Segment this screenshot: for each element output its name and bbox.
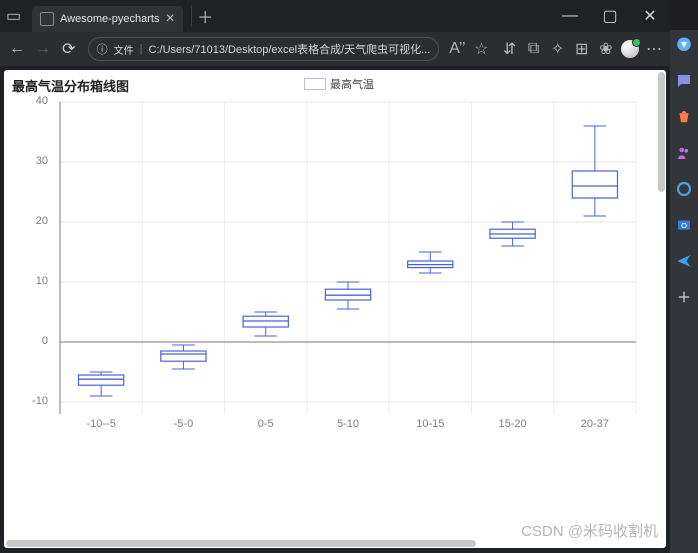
chat-icon[interactable] xyxy=(675,72,693,90)
performance-icon[interactable]: ❀ xyxy=(596,38,616,60)
reader-mode-icon[interactable]: A’’ xyxy=(447,38,467,60)
x-tick-label: 20-37 xyxy=(581,418,609,430)
add-sidebar-icon[interactable] xyxy=(675,288,693,306)
window-controls: — ▢ ✕ xyxy=(550,0,670,32)
favorites-bar-icon[interactable]: ✧ xyxy=(548,38,568,60)
x-tick-label: 0-5 xyxy=(258,418,274,430)
vertical-scrollbar[interactable] xyxy=(658,72,665,192)
plot-svg xyxy=(18,98,648,438)
browser-window: ▭ Awesome-pyecharts × ＋ — ▢ ✕ ← → ⟳ ⓘ 文件… xyxy=(0,0,670,553)
x-tick-label: -10--5 xyxy=(86,418,115,430)
extensions-icon[interactable]: ⊞ xyxy=(572,38,592,60)
tab-actions-icon[interactable]: ▭ xyxy=(6,6,28,26)
url-text: C:/Users/71013/Desktop/excel表格合成/天气爬虫可视化… xyxy=(149,41,431,57)
sync-icon[interactable]: ⇵ xyxy=(499,38,519,60)
tab-strip: ▭ Awesome-pyecharts × ＋ xyxy=(0,0,213,32)
copilot-icon[interactable] xyxy=(675,36,693,54)
y-tick-label: 0 xyxy=(18,335,48,347)
address-bar-row: ← → ⟳ ⓘ 文件 | C:/Users/71013/Desktop/exce… xyxy=(0,32,670,66)
people-icon[interactable] xyxy=(675,144,693,162)
close-tab-icon[interactable]: × xyxy=(165,10,174,28)
page-content: 最高气温分布箱线图 最高气温 -10010203040-10--5-5-00-5… xyxy=(4,70,666,548)
more-menu-icon[interactable]: ⋯ xyxy=(644,38,664,60)
collections-icon[interactable]: ⧉ xyxy=(524,38,544,60)
x-tick-label: 5-10 xyxy=(337,418,359,430)
outlook-icon[interactable]: O xyxy=(675,216,693,234)
y-tick-label: -10 xyxy=(18,395,48,407)
y-tick-label: 30 xyxy=(18,155,48,167)
x-tick-label: 10-15 xyxy=(416,418,444,430)
y-tick-label: 20 xyxy=(18,215,48,227)
refresh-button[interactable]: ⟳ xyxy=(58,37,80,61)
y-tick-label: 10 xyxy=(18,275,48,287)
svg-text:O: O xyxy=(681,221,687,230)
new-tab-button[interactable]: ＋ xyxy=(191,5,213,27)
info-icon: ⓘ xyxy=(97,41,108,57)
address-bar[interactable]: ⓘ 文件 | C:/Users/71013/Desktop/excel表格合成/… xyxy=(88,37,440,61)
back-button[interactable]: ← xyxy=(6,37,28,61)
forward-button[interactable]: → xyxy=(32,37,54,61)
profile-avatar[interactable] xyxy=(620,38,640,60)
x-tick-label: -5-0 xyxy=(174,418,194,430)
minimize-button[interactable]: — xyxy=(550,0,590,32)
browser-tab[interactable]: Awesome-pyecharts × xyxy=(32,6,183,32)
boxplot-chart: -10 0 10 20 30 40 -10--5 -5-0 0-5 5-10 10-15 15-20 2… xyxy=(18,98,648,438)
y-tick-label: 40 xyxy=(18,95,48,107)
edge-sidebar: O xyxy=(670,30,698,553)
office-icon[interactable] xyxy=(675,180,693,198)
chart-legend[interactable]: 最高气温 xyxy=(304,76,374,92)
shopping-icon[interactable] xyxy=(675,108,693,126)
close-window-button[interactable]: ✕ xyxy=(630,0,670,32)
send-icon[interactable] xyxy=(675,252,693,270)
title-bar: ▭ Awesome-pyecharts × ＋ — ▢ ✕ xyxy=(0,0,670,32)
favicon-icon xyxy=(40,12,54,26)
favorites-icon[interactable]: ☆ xyxy=(471,38,491,60)
maximize-button[interactable]: ▢ xyxy=(590,0,630,32)
watermark-text: CSDN @米码收割机 xyxy=(521,520,658,541)
url-badge: 文件 xyxy=(114,42,134,57)
legend-swatch xyxy=(304,78,326,90)
x-tick-label: 15-20 xyxy=(498,418,526,430)
legend-label: 最高气温 xyxy=(330,76,374,92)
horizontal-scrollbar[interactable] xyxy=(6,540,476,547)
tab-title: Awesome-pyecharts xyxy=(60,13,159,25)
